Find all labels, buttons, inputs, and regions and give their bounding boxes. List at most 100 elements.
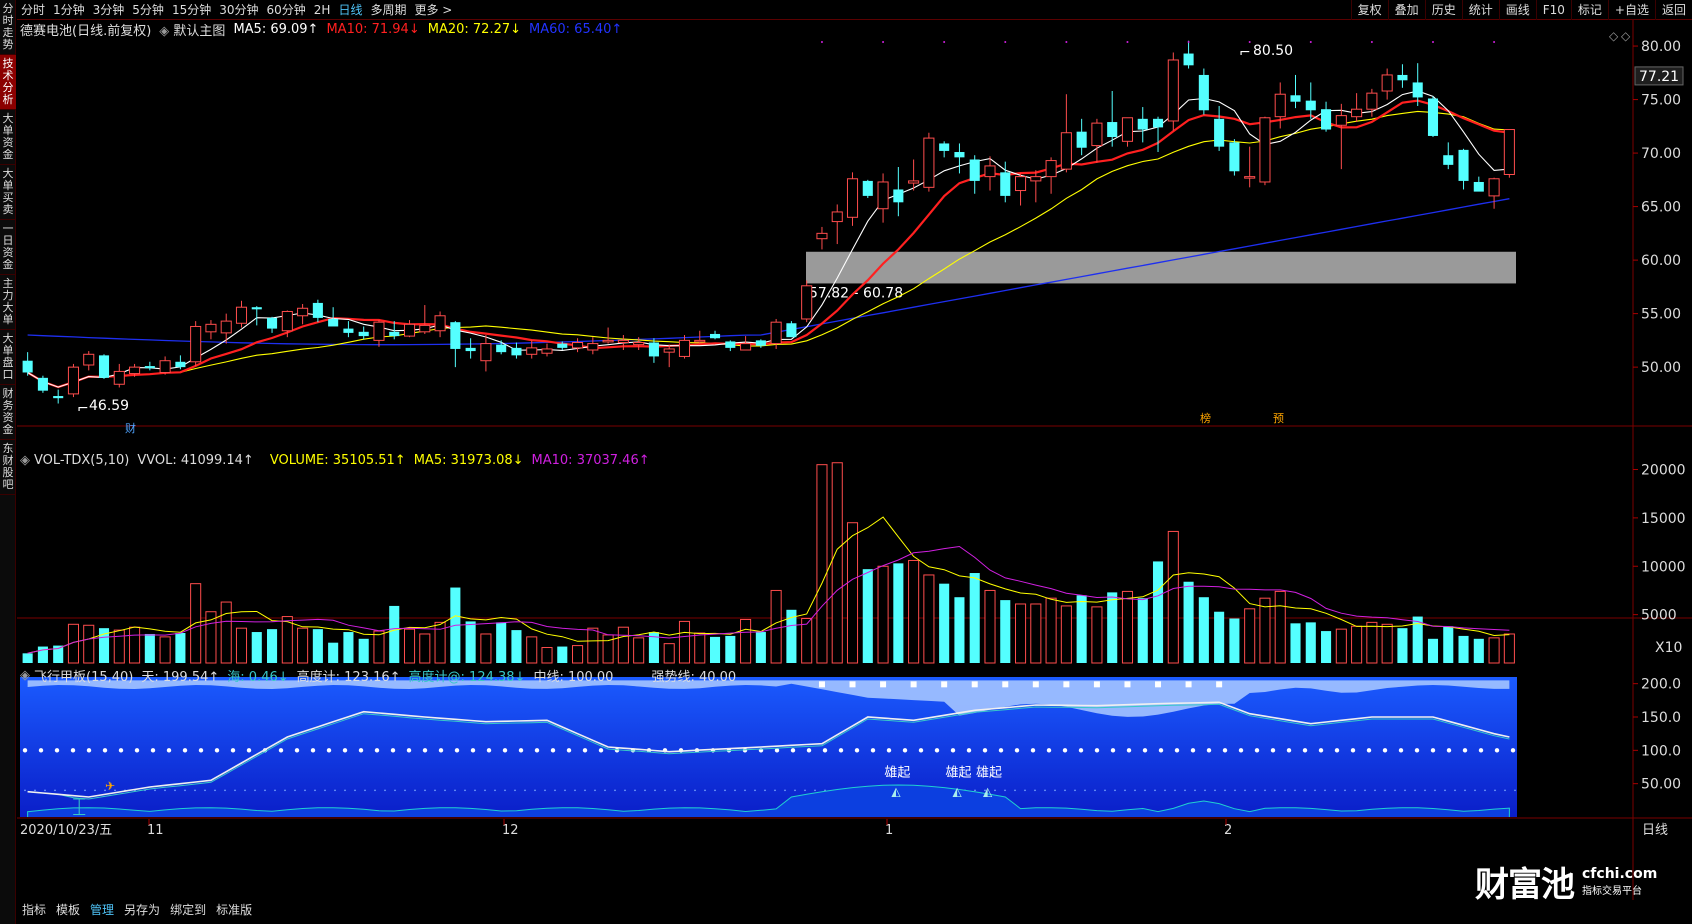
strong-line-dot [644, 789, 646, 792]
volume-bar [1321, 631, 1332, 663]
strong-line-dot [1444, 789, 1446, 792]
strong-line-dot [234, 789, 236, 792]
period-tab-6[interactable]: 60分钟 [263, 0, 310, 20]
period-tab-9[interactable]: 多周期 [366, 0, 410, 20]
candle-body [53, 396, 64, 399]
midline-dot [230, 748, 236, 753]
strong-line-dot [794, 789, 796, 792]
stock-name[interactable]: 德赛电池(日线.前复权) [20, 20, 151, 39]
midline-dot [934, 748, 940, 753]
price-tick-label: 50.00 [1641, 360, 1681, 376]
strong-line-dot [584, 789, 586, 792]
chart-mode[interactable]: ◈ 默认主图 [159, 20, 225, 39]
period-tab-8[interactable]: 日线 [334, 0, 366, 20]
candle-body [37, 377, 48, 391]
tool-button-4[interactable]: 画线 [1498, 0, 1536, 20]
sidebar-item-4[interactable]: 一日资金 [0, 220, 16, 275]
midline-dot [982, 748, 988, 753]
sidebar-item-5[interactable]: 主力大单 [0, 275, 16, 330]
strong-line-dot [224, 789, 226, 792]
tool-button-5[interactable]: F10 [1535, 0, 1571, 20]
strong-line-dot [614, 789, 616, 792]
midline-dot [86, 748, 92, 753]
sidebar-item-2[interactable]: 大单资金 [0, 110, 16, 165]
period-tab-4[interactable]: 15分钟 [168, 0, 215, 20]
period-tab-1[interactable]: 1分钟 [49, 0, 89, 20]
candle-body [1259, 117, 1271, 183]
volume-bar [984, 589, 996, 664]
volume-bar [954, 597, 965, 663]
midline-dot [1190, 748, 1196, 753]
volume-bar [1107, 592, 1118, 663]
strong-line-dot [804, 789, 806, 792]
volume-tick-label: 15000 [1641, 511, 1686, 527]
midline-dot [486, 748, 492, 753]
strong-line-dot [94, 789, 96, 792]
bottom-tab-0[interactable]: 指标 [17, 901, 51, 918]
period-tab-0[interactable]: 分时 [17, 0, 49, 20]
sidebar-item-6[interactable]: 大单盘口 [0, 330, 16, 385]
candle-body [235, 306, 248, 324]
tool-button-7[interactable]: +自选 [1607, 0, 1655, 20]
gear-icon[interactable]: ◈ [20, 453, 30, 468]
gear-icon[interactable]: ◈ [20, 668, 30, 683]
event-dot [1126, 41, 1129, 43]
midline-dot [1510, 748, 1516, 753]
low-label: 46.59 [89, 398, 129, 414]
period-tab-7[interactable]: 2H [310, 0, 335, 20]
strong-line-dot [474, 789, 476, 792]
period-tabs: 分时 1分钟 3分钟 5分钟 15分钟 30分钟 60分钟 2H 日线 多周期 更多 > [17, 0, 456, 20]
volume-bar [709, 636, 721, 663]
date-label: 12 [502, 823, 519, 838]
midline-dot [854, 748, 860, 753]
period-tab-2[interactable]: 3分钟 [89, 0, 129, 20]
strong-line-dot [1304, 789, 1306, 792]
volume-bar [1503, 633, 1515, 664]
sidebar-item-1[interactable]: 技术分析 [0, 55, 16, 110]
bottom-tab-2[interactable]: 管理 [85, 901, 119, 918]
sidebar-item-0[interactable]: 分时走势 [0, 0, 16, 55]
volume-info: ◈ VOL-TDX(5,10) VVOL: 41099.14↑ VOLUME: … [20, 453, 650, 468]
candle-body [1366, 92, 1378, 110]
volume-bar [526, 636, 538, 664]
volume-bar [1152, 561, 1164, 663]
volume-bar [37, 646, 48, 663]
volume-bar [740, 618, 752, 664]
midline-dot [1174, 748, 1180, 753]
sidebar-item-7[interactable]: 财务资金 [0, 385, 16, 440]
period-tab-10[interactable]: 更多 > [410, 0, 456, 20]
midline-dot [1126, 748, 1132, 753]
strong-line-dot [1144, 789, 1146, 792]
sidebar-item-3[interactable]: 大单买卖 [0, 165, 16, 220]
strong-line-dot [604, 789, 606, 792]
strong-line-dot [654, 789, 656, 792]
period-tab-3[interactable]: 5分钟 [128, 0, 168, 20]
event-dot [1493, 41, 1496, 43]
tool-button-6[interactable]: 标记 [1570, 0, 1608, 20]
strong-line-dot [24, 789, 26, 792]
candle-body [862, 180, 873, 196]
tool-button-8[interactable]: 返回 [1654, 0, 1692, 20]
bottom-tab-3[interactable]: 另存为 [119, 901, 165, 918]
period-tab-5[interactable]: 30分钟 [215, 0, 262, 20]
tool-button-2[interactable]: 历史 [1424, 0, 1462, 20]
candle-body [403, 323, 416, 337]
midline-dot [790, 748, 796, 753]
candle-body [1152, 118, 1164, 128]
event-dot [1370, 41, 1373, 43]
tool-button-0[interactable]: 复权 [1350, 0, 1388, 20]
sidebar-item-8[interactable]: 东财股吧 [0, 440, 16, 495]
tool-button-1[interactable]: 叠加 [1387, 0, 1425, 20]
bottom-tab-1[interactable]: 模板 [51, 901, 85, 918]
bottom-tab-4[interactable]: 绑定到 [165, 901, 211, 918]
candle-body [98, 355, 110, 378]
midline-dot [1110, 748, 1116, 753]
bottom-tab-5[interactable]: 标准版 [211, 901, 257, 918]
volume-bar [831, 462, 843, 664]
ma60-value: MA60: 65.40↑ [529, 22, 623, 37]
strong-line-dot [974, 789, 976, 792]
sky-marker [849, 681, 856, 688]
strong-line-dot [814, 789, 816, 792]
strong-line-dot [1394, 789, 1396, 792]
tool-button-3[interactable]: 统计 [1461, 0, 1499, 20]
